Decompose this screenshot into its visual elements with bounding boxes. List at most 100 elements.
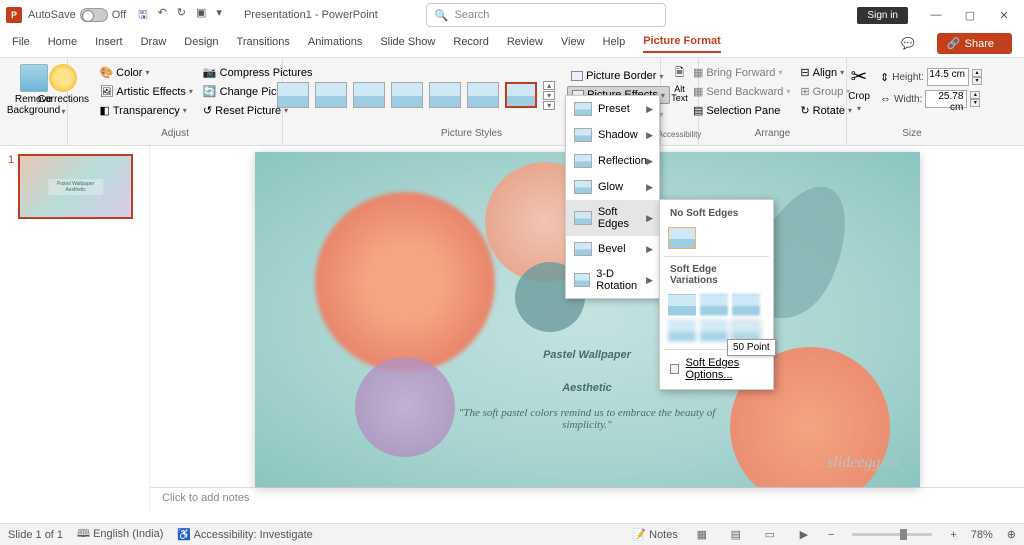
close-button[interactable]: ✕ [990, 9, 1018, 22]
flower-graphic [355, 357, 455, 457]
tab-insert[interactable]: Insert [95, 36, 123, 52]
menu-reflection[interactable]: Reflection▶ [566, 148, 659, 174]
menu-preset[interactable]: Preset▶ [566, 96, 659, 122]
artistic-effects-button[interactable]: 🖼Artistic Effects ▾ [96, 83, 195, 100]
share-button[interactable]: 🔗 Share ▾ [937, 33, 1012, 54]
picture-border-button[interactable]: Picture Border ▾ [567, 68, 670, 84]
slide-thumbnails-pane[interactable]: 1 Pastel Wallpaper Aesthetic [0, 146, 150, 510]
bring-forward-button[interactable]: ▦Bring Forward ▾ [690, 64, 793, 81]
gallery-scroll[interactable]: ▴▾▾ [543, 81, 555, 110]
watermark-text: slideegg.co [827, 454, 899, 472]
zoom-out-button[interactable]: − [828, 529, 834, 541]
slide-thumbnail-1[interactable]: Pastel Wallpaper Aesthetic [18, 154, 133, 219]
menu-shadow[interactable]: Shadow▶ [566, 122, 659, 148]
accessibility-button[interactable]: ♿ Accessibility: Investigate [177, 528, 312, 541]
tab-transitions[interactable]: Transitions [237, 36, 290, 52]
language-button[interactable]: 🕮 English (India) [77, 525, 163, 544]
minimize-button[interactable]: ― [922, 9, 950, 21]
comments-icon[interactable]: 💬 [897, 33, 919, 54]
restore-button[interactable]: ▢ [956, 9, 984, 22]
transparency-button[interactable]: ◧Transparency ▾ [96, 102, 195, 119]
tab-slideshow[interactable]: Slide Show [380, 36, 435, 52]
menu-3d-rotation[interactable]: 3-D Rotation▶ [566, 262, 659, 298]
width-input[interactable]: 25.78 cm [925, 90, 967, 108]
slide-counter[interactable]: Slide 1 of 1 [8, 529, 63, 541]
width-spinner[interactable]: ▴▾ [970, 91, 980, 107]
color-button[interactable]: 🎨Color ▾ [96, 64, 195, 81]
redo-icon[interactable]: ↻ [177, 6, 186, 25]
qat-more-icon[interactable]: ▾ [216, 6, 222, 25]
notes-placeholder[interactable]: Click to add notes [150, 487, 1024, 510]
menu-bevel[interactable]: Bevel▶ [566, 236, 659, 262]
selection-icon: ▤ [693, 104, 703, 117]
tab-file[interactable]: File [12, 36, 30, 52]
normal-view-icon[interactable]: ▦ [692, 528, 712, 541]
style-preset[interactable] [391, 82, 423, 108]
title-bar: P AutoSave Off 🖫 ↶ ↻ ▣ ▾ Presentation1 -… [0, 0, 1024, 30]
soft-edge-variation[interactable] [700, 294, 728, 316]
toggle-off-icon[interactable] [80, 8, 108, 22]
tab-animations[interactable]: Animations [308, 36, 362, 52]
status-bar: Slide 1 of 1 🕮 English (India) ♿ Accessi… [0, 523, 1024, 545]
width-label: Width: [894, 94, 922, 105]
search-input[interactable]: 🔍 Search [426, 3, 666, 27]
style-preset[interactable] [277, 82, 309, 108]
fit-to-window-button[interactable]: ⊕ [1007, 528, 1016, 541]
reflection-icon [574, 154, 592, 168]
ribbon: Remove Background Corrections▾ 🎨Color ▾ … [0, 58, 1024, 146]
zoom-level[interactable]: 78% [971, 529, 993, 541]
selection-pane-button[interactable]: ▤Selection Pane [690, 102, 793, 119]
start-slideshow-icon[interactable]: ▣ [196, 6, 206, 25]
thumbnail-number: 1 [8, 154, 14, 219]
notes-toggle[interactable]: 📝 Notes [632, 528, 678, 541]
soft-edge-variation[interactable] [732, 294, 760, 316]
transparency-icon: ◧ [99, 104, 109, 117]
zoom-in-button[interactable]: + [950, 529, 956, 541]
tab-help[interactable]: Help [603, 36, 626, 52]
tab-picture-format[interactable]: Picture Format [643, 35, 721, 53]
style-preset[interactable] [429, 82, 461, 108]
height-input[interactable]: 14.5 cm [927, 68, 969, 86]
tab-view[interactable]: View [561, 36, 585, 52]
menu-glow[interactable]: Glow▶ [566, 174, 659, 200]
slide-title-text[interactable]: Pastel WallpaperAesthetic [543, 332, 631, 398]
soft-edge-variation[interactable] [700, 320, 728, 342]
sign-in-button[interactable]: Sign in [857, 7, 908, 24]
sorter-view-icon[interactable]: ▤ [726, 528, 746, 541]
tab-draw[interactable]: Draw [141, 36, 167, 52]
tab-home[interactable]: Home [48, 36, 77, 52]
soft-edges-options[interactable]: Soft Edges Options... [664, 353, 769, 385]
rotate-icon: ↻ [800, 104, 809, 117]
soft-edge-variation[interactable] [668, 294, 696, 316]
variations-label: Soft Edge Variations [664, 260, 769, 290]
soft-edges-submenu[interactable]: No Soft Edges Soft Edge Variations Soft … [659, 199, 774, 390]
slideshow-view-icon[interactable]: ▶ [794, 528, 814, 541]
send-backward-button[interactable]: ▦Send Backward ▾ [690, 83, 793, 100]
undo-icon[interactable]: ↶ [158, 6, 167, 25]
style-preset[interactable] [353, 82, 385, 108]
autosave-toggle[interactable]: AutoSave Off [28, 8, 126, 22]
corrections-button[interactable]: Corrections▾ [34, 62, 92, 118]
height-label: Height: [892, 72, 924, 83]
tab-review[interactable]: Review [507, 36, 543, 52]
group-button[interactable]: ⊞Group ▾ [797, 83, 855, 100]
tab-design[interactable]: Design [184, 36, 218, 52]
picture-effects-menu[interactable]: Preset▶ Shadow▶ Reflection▶ Glow▶ Soft E… [565, 95, 660, 299]
alttext-icon: 🗎 [675, 64, 684, 83]
save-icon[interactable]: 🖫 [138, 6, 147, 25]
tab-record[interactable]: Record [453, 36, 488, 52]
menu-soft-edges[interactable]: Soft Edges▶ [566, 200, 659, 236]
reading-view-icon[interactable]: ▭ [760, 528, 780, 541]
change-icon: 🔄 [203, 85, 217, 98]
style-preset-selected[interactable] [505, 82, 537, 108]
style-preset[interactable] [467, 82, 499, 108]
style-preset[interactable] [315, 82, 347, 108]
border-icon [571, 71, 583, 81]
picture-styles-gallery[interactable]: ▴▾▾ [273, 77, 559, 114]
zoom-slider[interactable] [852, 533, 932, 536]
soft-edge-none[interactable] [668, 227, 696, 249]
slide-subtitle-text[interactable]: "The soft pastel colors remind us to emb… [447, 407, 727, 431]
soft-edge-variation[interactable] [668, 320, 696, 342]
no-soft-edges-label: No Soft Edges [664, 204, 769, 223]
height-spinner[interactable]: ▴▾ [972, 69, 982, 85]
